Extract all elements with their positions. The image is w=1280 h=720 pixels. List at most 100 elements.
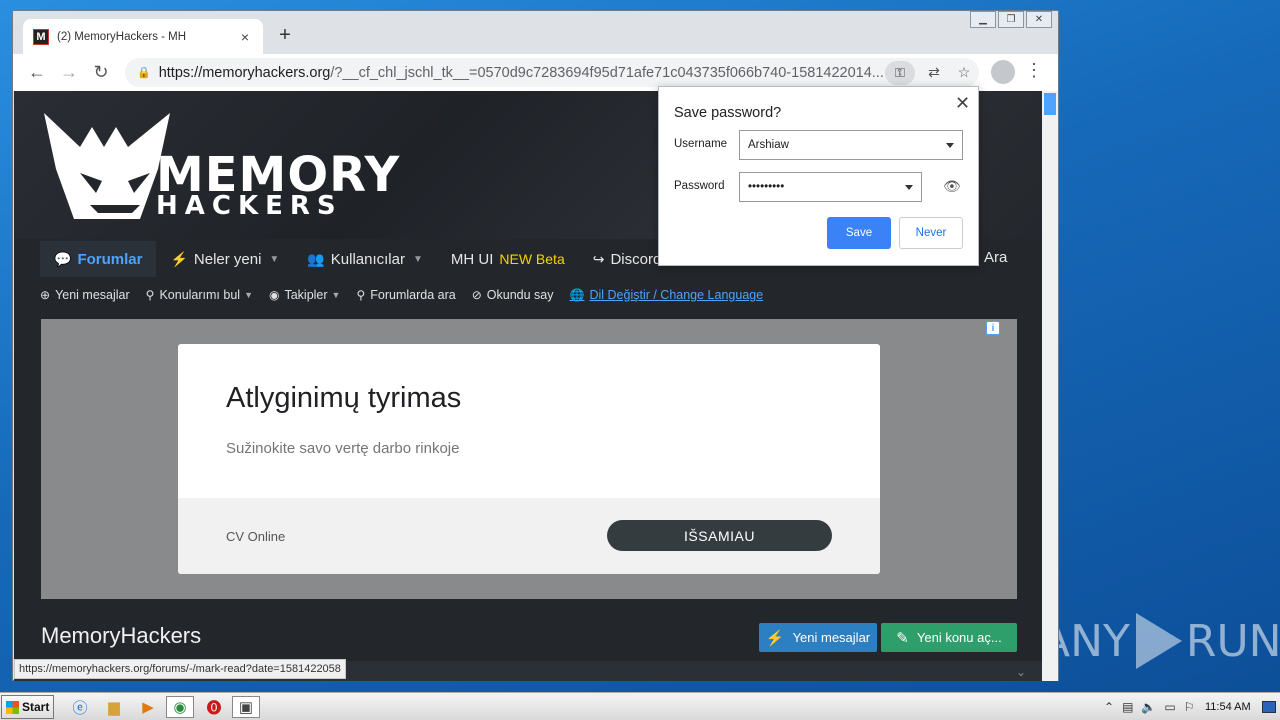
nav-mh-ui[interactable]: MH UI NEW Beta: [437, 241, 579, 277]
ad-footer: CV Online IŠSAMIAU: [178, 498, 880, 574]
start-label: Start: [22, 700, 50, 714]
password-field[interactable]: •••••••••: [739, 172, 922, 202]
favicon-icon: M: [33, 28, 49, 45]
password-value: •••••••••: [748, 181, 785, 193]
new-tab-button[interactable]: +: [275, 25, 295, 45]
new-topic-button[interactable]: ✎ Yeni konu aç...: [881, 623, 1017, 652]
eye-icon: ◉: [268, 288, 280, 302]
nav-search[interactable]: Ara: [984, 249, 1007, 266]
tab-title: (2) MemoryHackers - MH: [57, 30, 187, 43]
subnav-forumlarda-ara[interactable]: ⚲ Forumlarda ara: [356, 288, 455, 302]
new-topic-label: Yeni konu aç...: [916, 630, 1002, 645]
password-label: Password: [674, 180, 725, 192]
username-value: Arshiaw: [748, 139, 789, 151]
share-icon: ↪: [592, 250, 605, 267]
never-button[interactable]: Never: [899, 217, 963, 249]
ad-frame: i Atlyginimų tyrimas Sužinokite savo ver…: [41, 319, 1017, 599]
tab-close-icon[interactable]: ×: [237, 29, 253, 45]
close-icon[interactable]: ✕: [955, 93, 970, 114]
browser-tab[interactable]: M (2) MemoryHackers - MH ×: [23, 19, 263, 54]
dropdown-arrow-icon[interactable]: [946, 143, 954, 148]
nav-kullanicilar[interactable]: 👥 Kullanıcılar ▼: [293, 241, 437, 277]
subnav-takipler-label: Takipler: [284, 288, 328, 302]
subnav-change-language[interactable]: 🌐 Dil Değiştir / Change Language: [570, 288, 764, 302]
tray-expand-icon[interactable]: ⌃: [1104, 700, 1114, 714]
maximize-button[interactable]: ❐: [998, 11, 1024, 28]
translate-icon[interactable]: ⇄: [919, 64, 949, 81]
page-title: MemoryHackers: [41, 623, 202, 648]
nav-mh-ui-label: MH UI: [450, 250, 494, 268]
anyrun-watermark: ANY RUN: [1040, 606, 1280, 676]
subnav-yeni-mesajlar[interactable]: ⊕ Yeni mesajlar: [40, 288, 130, 302]
show-desktop-button[interactable]: [1262, 701, 1276, 713]
media-player-icon[interactable]: ▶: [134, 696, 162, 718]
ad-brand: CV Online: [226, 529, 286, 544]
caret-down-icon[interactable]: ▼: [413, 254, 423, 265]
ad-title: Atlyginimų tyrimas: [226, 382, 462, 414]
save-password-dialog: Save password? ✕ Username Arshiaw Passwo…: [658, 86, 979, 266]
page-scrollbar[interactable]: [1042, 91, 1058, 681]
globe-icon: 🌐: [569, 288, 585, 302]
edit-icon: ✎: [896, 629, 909, 647]
url-text: https://memoryhackers.org/?__cf_chl_jsch…: [159, 65, 885, 81]
kebab-menu-icon[interactable]: ⋮: [1025, 60, 1043, 81]
tab-strip: M (2) MemoryHackers - MH × + ▁ ❐ ✕: [13, 11, 1058, 54]
forward-icon[interactable]: →: [53, 57, 85, 89]
start-button[interactable]: Start: [1, 695, 54, 719]
zoom-plus-icon: ⊕: [40, 288, 51, 302]
logo-text-hackers: HACKERS: [156, 191, 343, 221]
internet-explorer-icon[interactable]: ⓔ: [66, 696, 94, 718]
subnav-okundu-say[interactable]: ⊘ Okundu say: [472, 288, 554, 302]
subnav-yeni-mesajlar-label: Yeni mesajlar: [55, 288, 130, 302]
caret-down-icon[interactable]: ▼: [244, 290, 253, 300]
play-icon: [1135, 613, 1182, 669]
new-messages-label: Yeni mesajlar: [792, 630, 871, 645]
flag-icon[interactable]: ⚐: [1184, 700, 1195, 714]
address-bar[interactable]: 🔒 https://memoryhackers.org/?__cf_chl_js…: [125, 58, 979, 87]
scrollbar-thumb[interactable]: [1044, 93, 1056, 115]
nav-neler-yeni-label: Neler yeni: [193, 250, 262, 268]
reload-icon[interactable]: ↻: [85, 57, 117, 89]
username-label: Username: [674, 138, 728, 150]
nav-forumlar[interactable]: 💬 Forumlar: [40, 241, 157, 277]
new-messages-button[interactable]: ⚡ Yeni mesajlar: [759, 623, 877, 652]
ad-cta-button[interactable]: IŠSAMIAU: [607, 520, 832, 551]
minimize-button[interactable]: ▁: [970, 11, 996, 28]
star-icon[interactable]: ☆: [949, 64, 979, 81]
chevron-down-icon[interactable]: ⌄: [1016, 665, 1026, 679]
bolt-icon: ⚡: [765, 629, 785, 647]
main-nav: 💬 Forumlar ⚡ Neler yeni ▼ 👥 Kullanıcılar…: [40, 241, 675, 277]
save-button[interactable]: Save: [827, 217, 891, 249]
nav-neler-yeni[interactable]: ⚡ Neler yeni ▼: [156, 241, 293, 277]
search-icon: ⚲: [145, 288, 155, 302]
users-icon: 👥: [307, 250, 325, 267]
close-window-button[interactable]: ✕: [1026, 11, 1052, 28]
eye-slash-icon: ⊘: [471, 288, 482, 302]
opera-icon[interactable]: ⓿: [200, 696, 228, 718]
display-icon[interactable]: ▭: [1164, 700, 1175, 714]
caret-down-icon[interactable]: ▼: [269, 254, 279, 265]
windows-logo-icon: [6, 700, 19, 714]
chrome-icon[interactable]: ◉: [166, 696, 194, 718]
dialog-title: Save password?: [674, 105, 782, 121]
ad-info-icon[interactable]: i: [986, 321, 1000, 335]
subnav-takipler[interactable]: ◉ Takipler ▼: [269, 288, 340, 302]
ad-card[interactable]: Atlyginimų tyrimas Sužinokite savo vertę…: [178, 344, 880, 574]
volume-icon[interactable]: 🔈: [1141, 700, 1156, 714]
subnav-okundu-say-label: Okundu say: [486, 288, 554, 302]
caret-down-icon[interactable]: ▼: [332, 290, 341, 300]
eye-icon[interactable]: 👁: [943, 178, 961, 195]
subnav-konularimi-bul[interactable]: ⚲ Konularımı bul ▼: [146, 288, 253, 302]
subnav-konularimi-bul-label: Konularımı bul: [159, 288, 241, 302]
nav-forumlar-label: Forumlar: [77, 250, 143, 268]
url-host: https://memoryhackers.org: [158, 64, 331, 81]
folder-icon[interactable]: ▆: [100, 696, 128, 718]
dropdown-arrow-icon[interactable]: [905, 185, 913, 190]
username-field[interactable]: Arshiaw: [739, 130, 963, 160]
app-window-icon[interactable]: ▣: [232, 696, 260, 718]
back-icon[interactable]: ←: [21, 57, 53, 89]
key-icon[interactable]: ⚿: [885, 60, 915, 85]
network-icon[interactable]: ▤: [1122, 700, 1133, 714]
profile-avatar-icon[interactable]: [991, 60, 1015, 84]
subnav-forumlarda-ara-label: Forumlarda ara: [370, 288, 456, 302]
